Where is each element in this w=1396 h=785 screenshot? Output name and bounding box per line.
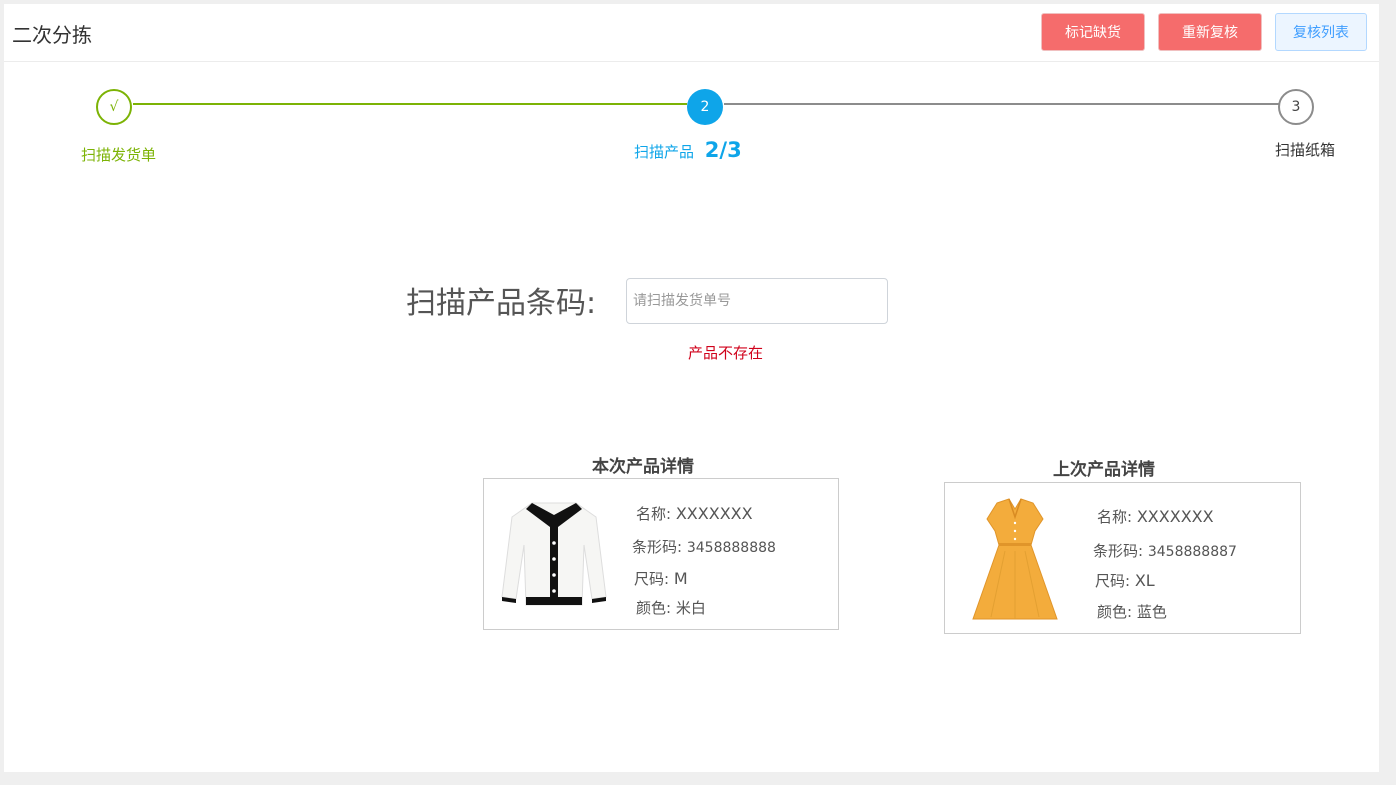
- step-1-check-icon: √: [96, 89, 132, 125]
- recheck-button[interactable]: 重新复核: [1158, 13, 1262, 51]
- step-line-pending: [724, 103, 1279, 105]
- current-barcode-value: 3458888888: [686, 540, 776, 556]
- current-name-label: 名称:: [636, 505, 672, 523]
- mark-out-of-stock-button[interactable]: 标记缺货: [1041, 13, 1145, 51]
- step-1-label: 扫描发货单: [81, 146, 157, 164]
- current-product-title: 本次产品详情: [592, 457, 694, 477]
- page-title: 二次分拣: [12, 23, 92, 47]
- current-size-label: 尺码:: [634, 570, 670, 588]
- page-header: 二次分拣 标记缺货 重新复核 复核列表: [4, 4, 1379, 62]
- previous-size-row: 尺码: XL: [1095, 570, 1155, 591]
- step-2-progress: 2/3: [704, 138, 742, 162]
- previous-name-row: 名称: XXXXXXX: [1097, 506, 1214, 527]
- current-barcode-row: 条形码: 3458888888: [632, 536, 776, 557]
- previous-barcode-value: 3458888887: [1147, 544, 1237, 560]
- previous-barcode-label: 条形码:: [1093, 542, 1144, 560]
- current-size-value: M: [673, 569, 688, 588]
- step-2-label-wrap: 扫描产品 2/3: [634, 138, 742, 162]
- previous-barcode-row: 条形码: 3458888887: [1093, 540, 1237, 561]
- previous-product-card: 名称: XXXXXXX 条形码: 3458888887 尺码: XL 颜色: 蓝…: [944, 482, 1301, 634]
- error-message: 产品不存在: [688, 344, 764, 362]
- current-color-label: 颜色:: [636, 599, 672, 617]
- scan-barcode-label: 扫描产品条码:: [406, 286, 597, 321]
- scan-barcode-input[interactable]: [626, 278, 888, 324]
- current-size-row: 尺码: M: [634, 568, 688, 589]
- step-3-circle: 3: [1278, 89, 1314, 125]
- cardigan-image: [501, 502, 607, 606]
- step-3-label: 扫描纸箱: [1275, 141, 1336, 159]
- previous-color-value: 蓝色: [1136, 603, 1167, 621]
- current-barcode-label: 条形码:: [632, 538, 683, 556]
- previous-size-value: XL: [1134, 571, 1155, 590]
- current-color-row: 颜色: 米白: [636, 597, 706, 618]
- previous-name-label: 名称:: [1097, 508, 1133, 526]
- dress-image: [972, 498, 1058, 620]
- current-color-value: 米白: [675, 599, 706, 617]
- step-2-label: 扫描产品: [634, 143, 695, 161]
- current-name-value: XXXXXXX: [675, 504, 753, 523]
- previous-product-title: 上次产品详情: [1053, 460, 1155, 480]
- previous-size-label: 尺码:: [1095, 572, 1131, 590]
- previous-name-value: XXXXXXX: [1136, 507, 1214, 526]
- previous-color-label: 颜色:: [1097, 603, 1133, 621]
- current-name-row: 名称: XXXXXXX: [636, 503, 753, 524]
- step-line-done: [133, 103, 687, 105]
- previous-color-row: 颜色: 蓝色: [1097, 601, 1167, 622]
- recheck-list-button[interactable]: 复核列表: [1275, 13, 1367, 51]
- current-product-card: 名称: XXXXXXX 条形码: 3458888888 尺码: M 颜色: 米白: [483, 478, 839, 630]
- step-2-circle: 2: [687, 89, 723, 125]
